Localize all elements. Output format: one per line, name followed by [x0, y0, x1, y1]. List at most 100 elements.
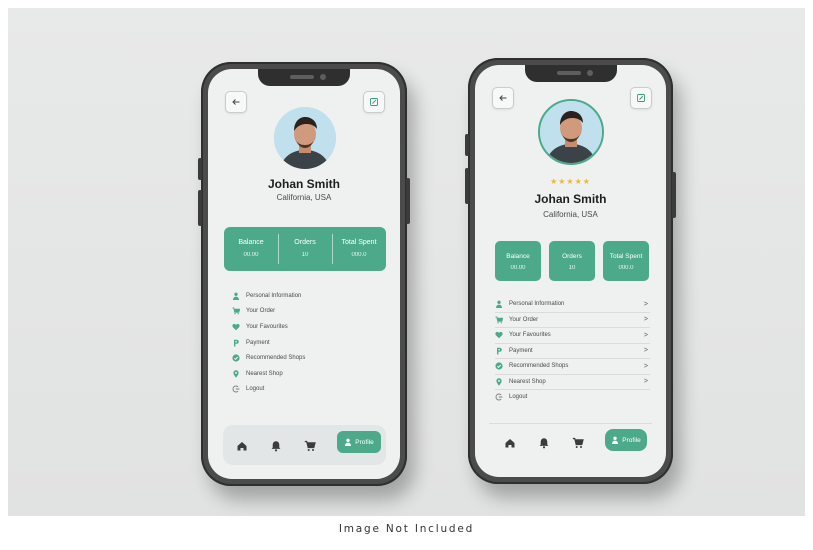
- phone-left: Johan Smith California, USA Balance 00.0…: [198, 62, 410, 486]
- stat-value: 000.0: [351, 252, 367, 258]
- menu-item-personal-information[interactable]: Personal Information: [232, 288, 382, 304]
- bell-icon[interactable]: [538, 436, 550, 449]
- stat-total-spent[interactable]: Total Spent 000.0: [332, 227, 386, 271]
- image-caption: Image Not Included: [338, 523, 475, 535]
- menu-item-label: Personal Information: [246, 292, 302, 299]
- cart-icon: [232, 307, 240, 315]
- stat-orders[interactable]: Orders 10: [278, 227, 332, 271]
- shop-icon: [495, 362, 503, 370]
- menu-item-label: Payment: [509, 347, 533, 354]
- heart-icon: [232, 323, 240, 331]
- bottom-nav: Profile: [223, 425, 386, 465]
- avatar: [538, 99, 604, 165]
- profile-menu: Personal Information Your Order Your Fav…: [232, 288, 382, 397]
- bell-icon[interactable]: [270, 439, 282, 452]
- back-button[interactable]: [492, 87, 514, 109]
- menu-item-label: Payment: [246, 339, 270, 346]
- back-button[interactable]: [225, 91, 247, 113]
- phone-left-screen: Johan Smith California, USA Balance 00.0…: [208, 69, 400, 479]
- payment-icon: [495, 347, 503, 355]
- back-arrow-icon: [232, 99, 240, 105]
- menu-item-logout[interactable]: Logout: [495, 390, 650, 405]
- notch: [524, 65, 617, 82]
- bottom-nav: Profile: [489, 423, 652, 460]
- menu-item-label: Nearest Shop: [509, 378, 546, 385]
- menu-item-your-order[interactable]: Your Order: [232, 304, 382, 320]
- stat-label: Orders: [294, 239, 316, 246]
- stat-label: Total Spent: [341, 239, 377, 246]
- logout-icon: [495, 393, 503, 401]
- menu-item-logout[interactable]: Logout: [232, 382, 382, 398]
- stat-label: Balance: [238, 239, 264, 246]
- edit-button[interactable]: [363, 91, 385, 113]
- menu-item-label: Nearest Shop: [246, 370, 283, 377]
- stat-value: 000.0: [618, 265, 634, 271]
- phone-right: ★★★★★ Johan Smith California, USA Balanc…: [465, 58, 676, 484]
- home-icon[interactable]: [236, 439, 248, 451]
- person-icon: [345, 438, 352, 446]
- notch: [258, 69, 350, 86]
- menu-item-recommended-shops[interactable]: Recommended Shops: [232, 350, 382, 366]
- cart-icon[interactable]: [304, 439, 316, 451]
- menu-item-label: Your Favourites: [246, 323, 288, 330]
- stat-value: 10: [301, 252, 309, 258]
- person-icon: [232, 292, 240, 300]
- stat-label: Orders: [562, 253, 582, 260]
- menu-item-label: Recommended Shops: [246, 355, 306, 362]
- chevron-right-icon: >: [643, 378, 648, 386]
- menu-item-nearest-shop[interactable]: Nearest Shop: [232, 366, 382, 382]
- home-icon[interactable]: [504, 436, 516, 448]
- menu-item-payment[interactable]: Payment >: [495, 344, 650, 359]
- edit-icon: [370, 98, 378, 106]
- avatar: [274, 107, 336, 169]
- rating-stars: ★★★★★: [550, 177, 591, 186]
- menu-item-label: Recommended Shops: [509, 363, 569, 370]
- menu-item-your-favourites[interactable]: Your Favourites >: [495, 328, 650, 344]
- menu-item-label: Your Order: [509, 316, 539, 323]
- menu-item-payment[interactable]: Payment: [232, 335, 382, 351]
- profile-name: Johan Smith: [267, 177, 340, 191]
- profile-tab[interactable]: Profile: [337, 431, 381, 453]
- heart-icon: [495, 331, 503, 339]
- chevron-right-icon: >: [643, 331, 648, 339]
- menu-item-label: Logout: [509, 394, 528, 401]
- menu-item-recommended-shops[interactable]: Recommended Shops >: [495, 359, 650, 375]
- person-icon: [612, 436, 619, 444]
- profile-location: California, USA: [276, 193, 332, 202]
- chevron-right-icon: >: [643, 362, 648, 370]
- profile-tab[interactable]: Profile: [605, 429, 647, 451]
- stat-orders[interactable]: Orders 10: [549, 241, 595, 281]
- payment-icon: [232, 339, 240, 347]
- profile-name: Johan Smith: [534, 192, 607, 206]
- menu-item-label: Personal Information: [509, 301, 565, 308]
- edit-icon: [637, 94, 645, 102]
- menu-item-your-order[interactable]: Your Order >: [495, 313, 650, 328]
- profile-tab-label: Profile: [355, 438, 374, 446]
- logout-icon: [232, 385, 240, 393]
- menu-item-personal-information[interactable]: Personal Information >: [495, 297, 650, 313]
- stat-value: 00.00: [510, 265, 526, 271]
- profile-location: California, USA: [543, 210, 598, 219]
- cart-icon[interactable]: [572, 436, 584, 448]
- location-pin-icon: [232, 370, 240, 378]
- stat-total-spent[interactable]: Total Spent 000.0: [603, 241, 649, 281]
- stat-value: 00.00: [243, 252, 259, 258]
- chevron-right-icon: >: [643, 316, 648, 324]
- back-arrow-icon: [499, 95, 507, 101]
- stat-balance[interactable]: Balance 00.00: [495, 241, 541, 281]
- stat-label: Balance: [506, 253, 530, 260]
- stat-balance[interactable]: Balance 00.00: [224, 227, 278, 271]
- edit-button[interactable]: [630, 87, 652, 109]
- stat-value: 10: [568, 265, 576, 271]
- stats-bar: Balance 00.00 Orders 10 Total Spent 000.…: [224, 227, 386, 271]
- chevron-right-icon: >: [643, 347, 648, 355]
- menu-item-label: Your Favourites: [509, 332, 551, 339]
- cart-icon: [495, 316, 503, 324]
- phone-right-screen: ★★★★★ Johan Smith California, USA Balanc…: [475, 65, 666, 477]
- profile-menu: Personal Information > Your Order > Your…: [495, 297, 650, 405]
- menu-item-your-favourites[interactable]: Your Favourites: [232, 319, 382, 335]
- menu-item-nearest-shop[interactable]: Nearest Shop >: [495, 375, 650, 390]
- person-icon: [495, 300, 503, 309]
- chevron-right-icon: >: [643, 300, 648, 308]
- menu-item-label: Logout: [246, 386, 265, 393]
